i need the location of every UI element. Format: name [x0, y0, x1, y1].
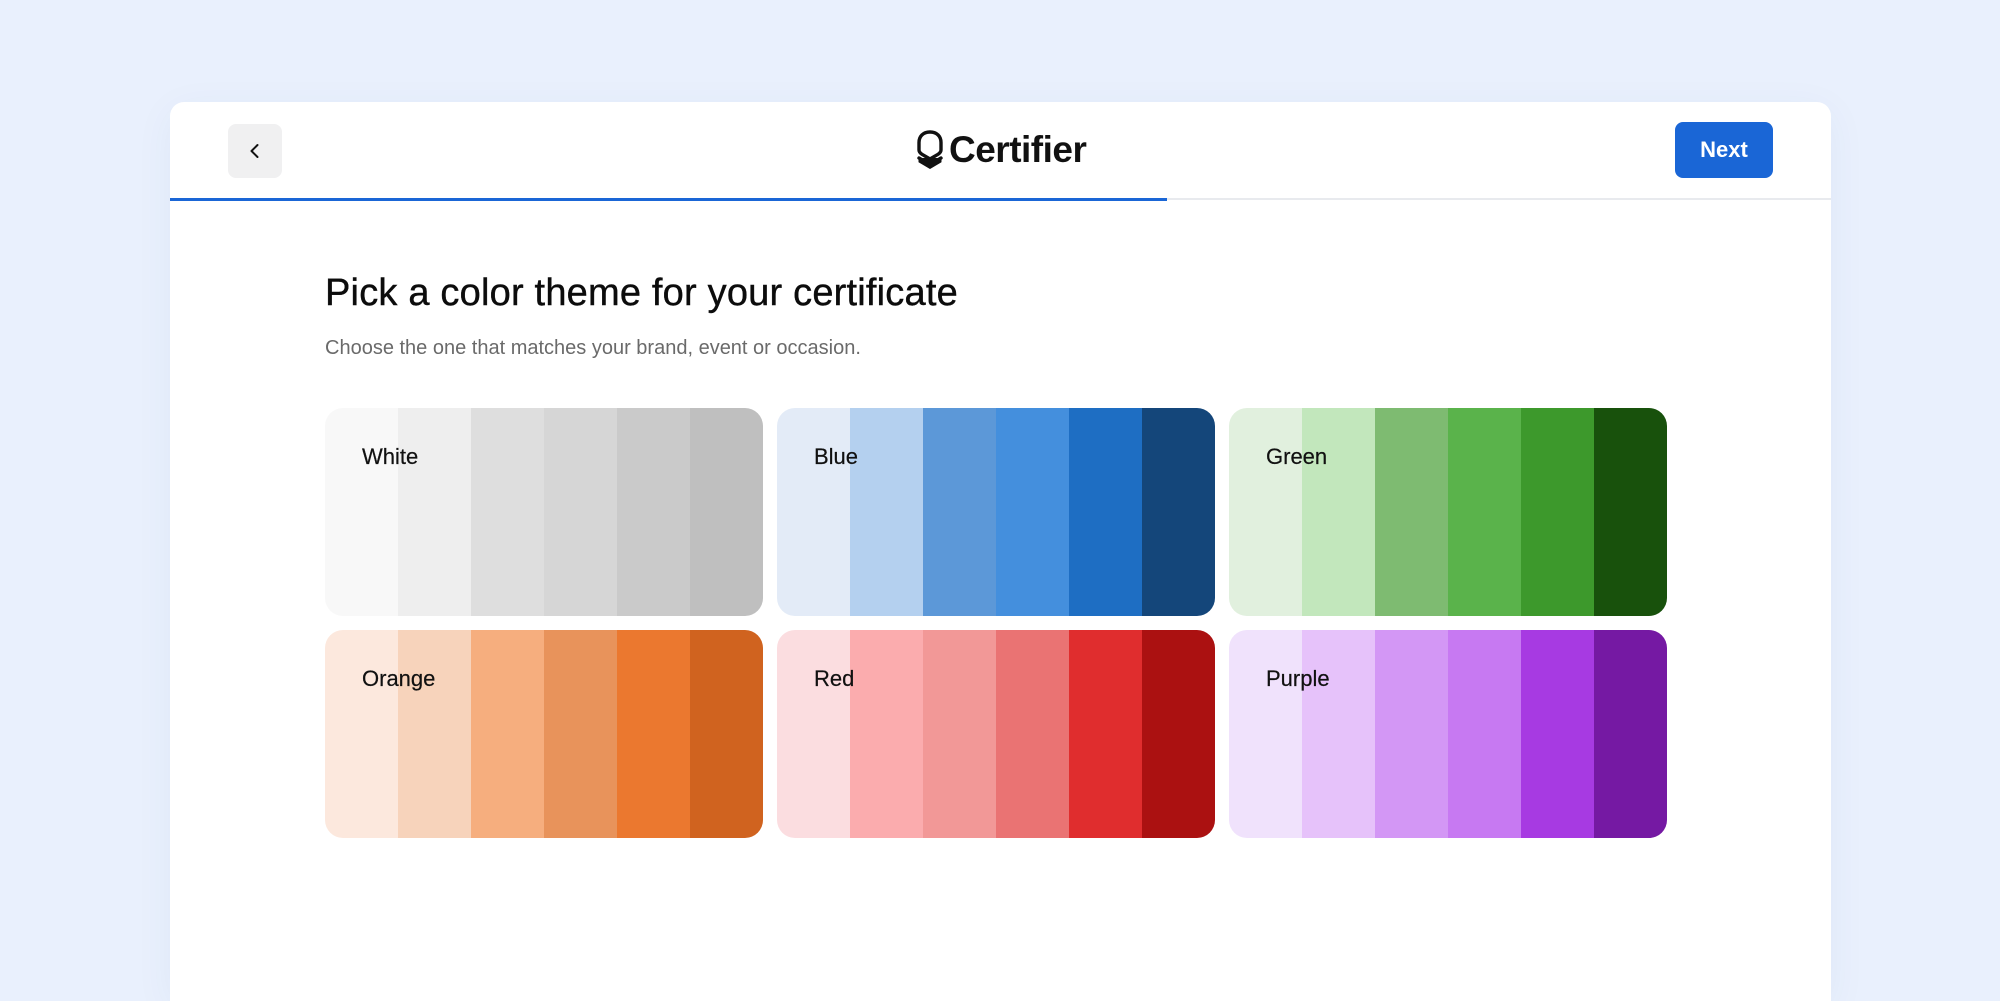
- color-swatch: [1448, 408, 1521, 616]
- color-swatch: [544, 630, 617, 838]
- color-swatch: [850, 408, 923, 616]
- color-swatch: [1229, 408, 1302, 616]
- wizard-card: Certifier Next Pick a color theme for yo…: [170, 102, 1831, 1001]
- page-title: Pick a color theme for your certificate: [325, 272, 958, 314]
- theme-grid: White Blue Green Orange Red Purple: [325, 408, 1670, 838]
- color-swatch: [471, 408, 544, 616]
- theme-option-orange[interactable]: Orange: [325, 630, 763, 838]
- color-swatch: [544, 408, 617, 616]
- color-swatch: [996, 630, 1069, 838]
- color-swatch: [690, 630, 763, 838]
- color-swatch: [398, 408, 471, 616]
- next-button[interactable]: Next: [1675, 122, 1773, 178]
- color-swatch: [1375, 630, 1448, 838]
- theme-label: Purple: [1266, 666, 1330, 691]
- color-swatch: [1069, 630, 1142, 838]
- app-background: Certifier Next Pick a color theme for yo…: [0, 0, 2000, 1001]
- back-button[interactable]: [228, 124, 282, 178]
- color-swatch: [471, 630, 544, 838]
- theme-label: Red: [814, 666, 855, 691]
- color-swatch: [1142, 630, 1215, 838]
- color-swatch: [923, 630, 996, 838]
- color-swatch: [690, 408, 763, 616]
- theme-label: Blue: [814, 444, 859, 469]
- color-swatch: [325, 630, 398, 838]
- color-swatch: [1302, 630, 1375, 838]
- theme-option-red[interactable]: Red: [777, 630, 1215, 838]
- color-swatch: [777, 408, 850, 616]
- color-swatch: [1448, 630, 1521, 838]
- color-swatch: [850, 630, 923, 838]
- color-swatch: [617, 630, 690, 838]
- theme-option-purple[interactable]: Purple: [1229, 630, 1667, 838]
- color-swatch: [325, 408, 398, 616]
- theme-label: Orange: [362, 666, 436, 691]
- color-swatch: [398, 630, 471, 838]
- color-swatch: [1069, 408, 1142, 616]
- chevron-left-icon: [246, 142, 264, 160]
- color-swatch: [1229, 630, 1302, 838]
- theme-label: Green: [1266, 444, 1328, 469]
- theme-option-blue[interactable]: Blue: [777, 408, 1215, 616]
- logo-text: Certifier: [949, 129, 1087, 170]
- page-subtitle: Choose the one that matches your brand, …: [325, 337, 861, 359]
- certifier-logo: Certifier: [915, 126, 1087, 174]
- theme-label: White: [362, 444, 419, 469]
- theme-option-green[interactable]: Green: [1229, 408, 1667, 616]
- color-swatch: [1521, 630, 1594, 838]
- color-swatch: [1375, 408, 1448, 616]
- color-swatch: [617, 408, 690, 616]
- certifier-shield-icon: [915, 129, 945, 171]
- color-swatch: [1594, 408, 1667, 616]
- color-swatch: [1142, 408, 1215, 616]
- color-swatch: [1302, 408, 1375, 616]
- color-swatch: [996, 408, 1069, 616]
- color-swatch: [1594, 630, 1667, 838]
- color-swatch: [1521, 408, 1594, 616]
- color-swatch: [923, 408, 996, 616]
- theme-option-white[interactable]: White: [325, 408, 763, 616]
- color-swatch: [777, 630, 850, 838]
- progress-bar: [170, 198, 1167, 201]
- wizard-header: Certifier Next: [170, 102, 1831, 200]
